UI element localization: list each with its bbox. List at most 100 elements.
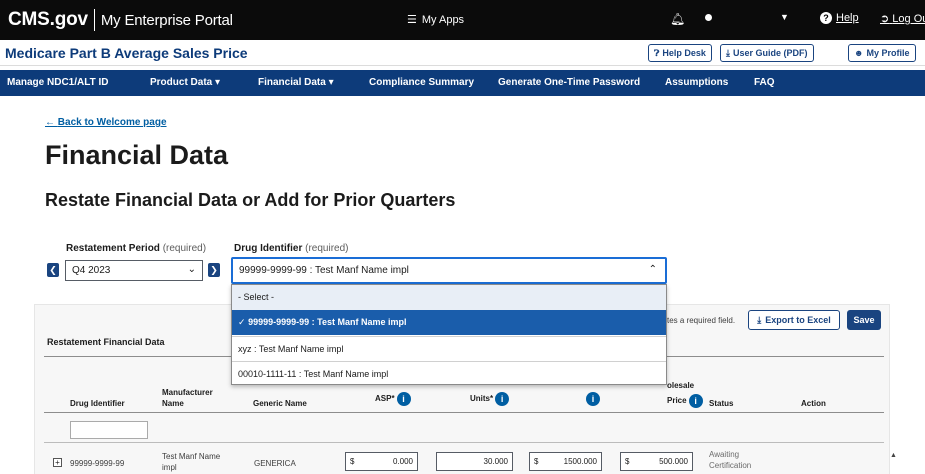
logout-link[interactable]: ➲ Log Out: [880, 12, 925, 25]
column-header-manufacturer[interactable]: Manufacturer Name: [162, 387, 213, 409]
price-input[interactable]: $ 1500.000: [529, 452, 602, 471]
my-apps-button[interactable]: ☰ My Apps: [407, 13, 464, 27]
header-line: olesale: [667, 381, 695, 390]
option-00010-1111-11[interactable]: 00010-1111-11 : Test Manf Name impl: [232, 361, 666, 386]
scroll-up-icon[interactable]: ▲: [890, 452, 897, 459]
currency-symbol: $: [625, 457, 630, 466]
required-note: (required): [305, 243, 349, 254]
user-icon: [705, 13, 712, 21]
nav-assumptions[interactable]: Assumptions: [665, 77, 728, 88]
portal-name: My Enterprise Portal: [100, 11, 233, 29]
column-header-wholesale-price[interactable]: olesale Price i: [667, 380, 703, 408]
person-icon: ☻: [854, 48, 864, 58]
nav-manage-ndc[interactable]: Manage NDC1/ALT ID: [7, 77, 109, 88]
drug-identifier-label: Drug Identifier (required): [234, 243, 348, 254]
wholesale-price-label: Price: [667, 396, 687, 406]
previous-period-button[interactable]: ❮: [47, 263, 59, 277]
nav-product-data[interactable]: Product Data ▾: [150, 77, 220, 88]
help-label: Help: [836, 12, 859, 24]
page-subtitle: Restate Financial Data or Add for Prior …: [45, 190, 456, 210]
price-value: 1500.000: [563, 457, 597, 466]
cell-line: Certification: [709, 461, 752, 470]
next-period-button[interactable]: ❯: [208, 263, 220, 277]
chevron-down-icon: ▾: [328, 77, 334, 88]
top-bar: CMS.gov My Enterprise Portal ☰ My Apps 🔔…: [0, 0, 925, 40]
drug-identifier-value: 99999-9999-99 : Test Manf Name impl: [239, 265, 409, 276]
main-nav: Manage NDC1/ALT ID Product Data ▾ Financ…: [0, 70, 925, 96]
option-selected[interactable]: ✓ 99999-9999-99 : Test Manf Name impl: [232, 310, 666, 335]
expand-row-button[interactable]: +: [53, 458, 62, 467]
nav-financial-data-label: Financial Data: [258, 77, 326, 88]
help-desk-label: Help Desk: [662, 48, 706, 58]
chevron-right-icon: ❯: [210, 264, 218, 275]
header-line: Name: [162, 399, 184, 408]
units-input[interactable]: 30.000: [436, 452, 513, 471]
nav-faq[interactable]: FAQ: [754, 77, 775, 88]
option-select-placeholder[interactable]: - Select -: [232, 285, 666, 310]
nav-compliance-summary[interactable]: Compliance Summary: [369, 77, 474, 88]
drug-identifier-select[interactable]: 99999-9999-99 : Test Manf Name impl ⌃: [231, 257, 667, 284]
column-header-drug-identifier[interactable]: Drug Identifier: [70, 398, 125, 409]
export-to-excel-button[interactable]: ⤓ Export to Excel: [748, 310, 840, 330]
required-field-note: tes a required field.: [667, 316, 736, 325]
asp-input[interactable]: $ 0.000: [345, 452, 418, 471]
my-profile-button[interactable]: ☻ My Profile: [848, 44, 916, 62]
arrow-left-icon: ←: [45, 117, 55, 128]
column-header-status[interactable]: Status: [709, 398, 733, 409]
asp-value: 0.000: [392, 457, 413, 466]
help-desk-button[interactable]: ❓︎ Help Desk: [648, 44, 712, 62]
column-header-asp[interactable]: ASP* i: [375, 392, 411, 406]
column-header-action[interactable]: Action: [801, 398, 826, 409]
units-header-label: Units*: [470, 394, 494, 404]
user-menu[interactable]: ▼: [705, 12, 789, 22]
brand-logo: CMS.gov: [8, 9, 88, 30]
chevron-down-icon: ▾: [215, 77, 221, 88]
brand[interactable]: CMS.gov My Enterprise Portal: [8, 9, 233, 31]
help-link[interactable]: ? Help: [820, 12, 859, 24]
option-xyz[interactable]: xyz : Test Manf Name impl: [232, 336, 666, 361]
back-link[interactable]: ← Back to Welcome page: [45, 117, 167, 128]
menu-icon: ☰: [407, 14, 417, 26]
download-icon: ⤓: [757, 314, 762, 325]
download-icon: ⤓: [726, 47, 730, 58]
option-label: 99999-9999-99 : Test Manf Name impl: [248, 317, 407, 327]
currency-symbol: $: [534, 457, 539, 466]
header-line: Manufacturer: [162, 388, 213, 397]
app-header: Medicare Part B Average Sales Price ❓︎ H…: [0, 40, 925, 66]
info-icon[interactable]: i: [495, 392, 510, 406]
column-header-units[interactable]: Units* i: [470, 392, 510, 406]
brand-divider: [93, 9, 95, 31]
header-line: Price i: [667, 394, 703, 408]
page-title: Financial Data: [45, 140, 229, 170]
wholesale-price-value: 500.000: [659, 457, 688, 466]
asp-header-label: ASP*: [375, 394, 395, 404]
nav-generate-otp[interactable]: Generate One-Time Password: [498, 77, 640, 88]
question-circle-icon: ❓︎: [654, 47, 660, 58]
user-guide-label: User Guide (PDF): [732, 48, 808, 58]
cell-status: Awaiting Certification: [709, 449, 751, 471]
column-header-generic-name[interactable]: Generic Name: [253, 398, 307, 409]
restatement-period-select[interactable]: Q4 2023 ⌄: [65, 260, 203, 281]
divider: [44, 442, 884, 443]
app-title[interactable]: Medicare Part B Average Sales Price: [5, 45, 248, 61]
drug-identifier-filter-input[interactable]: [70, 421, 148, 439]
bell-icon[interactable]: 🔔︎: [670, 12, 685, 26]
restatement-period-value: Q4 2023: [72, 265, 111, 276]
cell-manufacturer: Test Manf Name impl: [162, 451, 220, 473]
user-guide-button[interactable]: ⤓ User Guide (PDF): [720, 44, 814, 62]
cell-line: Test Manf Name: [162, 452, 221, 461]
divider: [44, 412, 884, 413]
wholesale-price-input[interactable]: $ 500.000: [620, 452, 693, 471]
drug-identifier-label-text: Drug Identifier: [234, 243, 303, 254]
info-icon[interactable]: i: [396, 392, 411, 406]
save-button[interactable]: Save: [847, 310, 881, 330]
cell-line: Awaiting: [709, 450, 740, 459]
help-icon: ?: [820, 12, 832, 24]
table-title: Restatement Financial Data: [47, 337, 165, 347]
checkmark-icon: ✓: [238, 317, 246, 327]
chevron-up-icon: ⌃: [648, 264, 657, 275]
column-header-info[interactable]: i: [584, 392, 600, 406]
info-icon[interactable]: i: [586, 392, 600, 406]
info-icon[interactable]: i: [688, 394, 703, 408]
nav-financial-data[interactable]: Financial Data ▾: [258, 77, 334, 88]
